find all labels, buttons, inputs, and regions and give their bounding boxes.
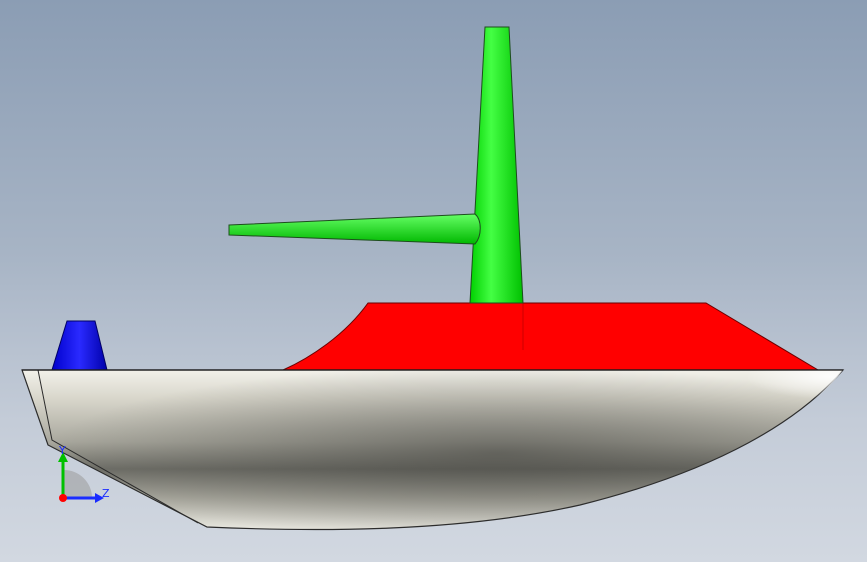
funnel[interactable] bbox=[51, 320, 108, 371]
boat-model-scene[interactable]: Y Z bbox=[0, 0, 867, 562]
boom[interactable] bbox=[228, 213, 481, 245]
3d-viewport[interactable]: Y Z bbox=[0, 0, 867, 562]
y-axis-label: Y bbox=[58, 444, 66, 457]
z-axis-label: Z bbox=[102, 487, 110, 500]
deckhouse[interactable] bbox=[282, 302, 820, 371]
triad-rotation-arc bbox=[63, 469, 93, 498]
triad-origin bbox=[59, 494, 67, 502]
mast[interactable] bbox=[469, 26, 524, 304]
